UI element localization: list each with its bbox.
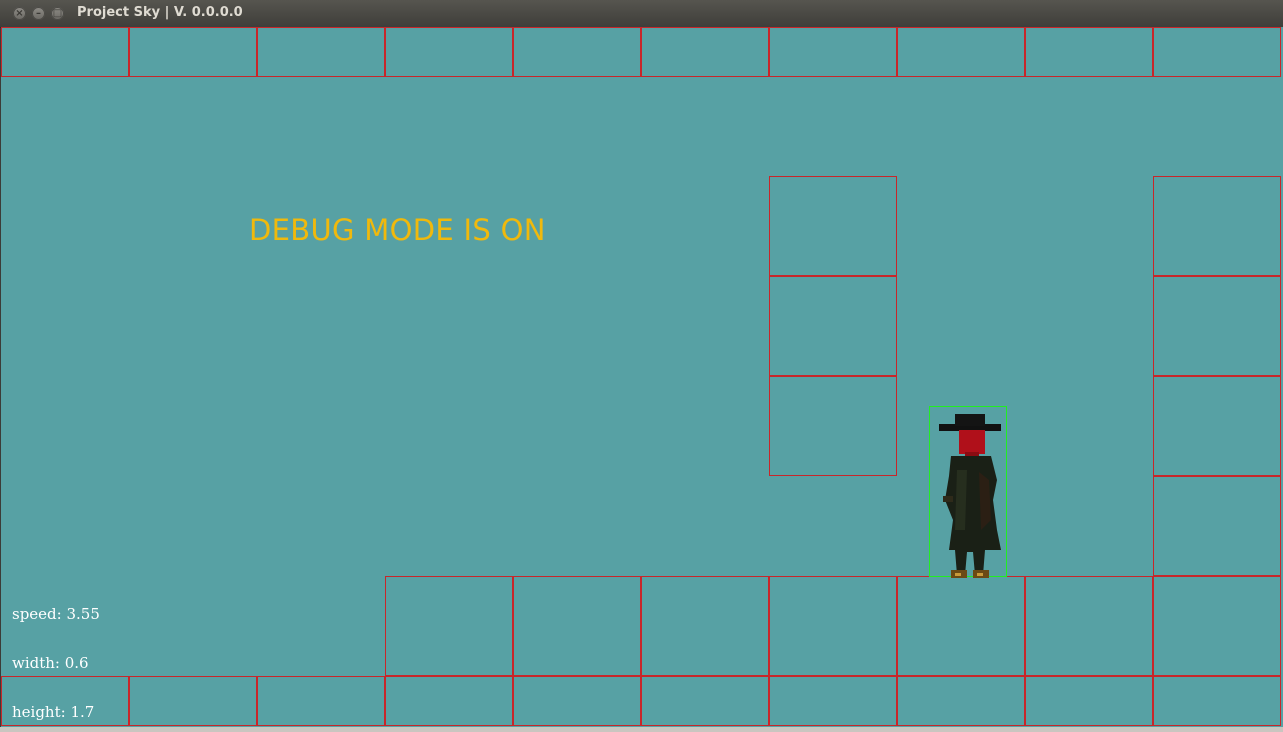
ground-tile [641, 676, 769, 726]
wall-tile [769, 176, 897, 276]
wall-tile [1153, 276, 1281, 376]
floor-tile [1025, 576, 1153, 676]
ceiling-tile [1, 27, 129, 77]
minimize-icon[interactable]: – [32, 7, 45, 20]
ceiling-tile [385, 27, 513, 77]
window-titlebar[interactable]: × – □ Project Sky | V. 0.0.0.0 [0, 0, 1283, 28]
wall-tile [1153, 376, 1281, 476]
floor-tile [897, 576, 1025, 676]
ceiling-tile [513, 27, 641, 77]
ceiling-tile [257, 27, 385, 77]
ground-tile [129, 676, 257, 726]
ground-tile [513, 676, 641, 726]
ground-tile [1025, 676, 1153, 726]
floor-tile [513, 576, 641, 676]
ground-tile [385, 676, 513, 726]
ceiling-tile [1025, 27, 1153, 77]
ceiling-tile [769, 27, 897, 77]
window-title: Project Sky | V. 0.0.0.0 [77, 5, 243, 20]
maximize-icon[interactable]: □ [51, 7, 64, 20]
height-readout: height: 1.7 [12, 703, 95, 721]
ceiling-tile [897, 27, 1025, 77]
wall-tile [1153, 476, 1281, 576]
ground-tile [897, 676, 1025, 726]
window-bottom-edge [0, 727, 1283, 732]
speed-readout: speed: 3.55 [12, 605, 100, 623]
ground-tile [769, 676, 897, 726]
ceiling-tile [1153, 27, 1281, 77]
player-character [939, 414, 1001, 578]
floor-tile [641, 576, 769, 676]
width-readout: width: 0.6 [12, 654, 89, 672]
wall-tile [769, 376, 897, 476]
floor-tile [385, 576, 513, 676]
close-icon[interactable]: × [13, 7, 26, 20]
game-viewport[interactable]: DEBUG MODE IS ON speed: 3.55 width: 0.6 … [1, 27, 1283, 727]
debug-mode-banner: DEBUG MODE IS ON [249, 213, 546, 247]
floor-tile [769, 576, 897, 676]
ceiling-tile [641, 27, 769, 77]
ground-tile [1153, 676, 1281, 726]
floor-tile [1153, 576, 1281, 676]
ceiling-tile [129, 27, 257, 77]
ground-tile [257, 676, 385, 726]
wall-tile [769, 276, 897, 376]
wall-tile [1153, 176, 1281, 276]
